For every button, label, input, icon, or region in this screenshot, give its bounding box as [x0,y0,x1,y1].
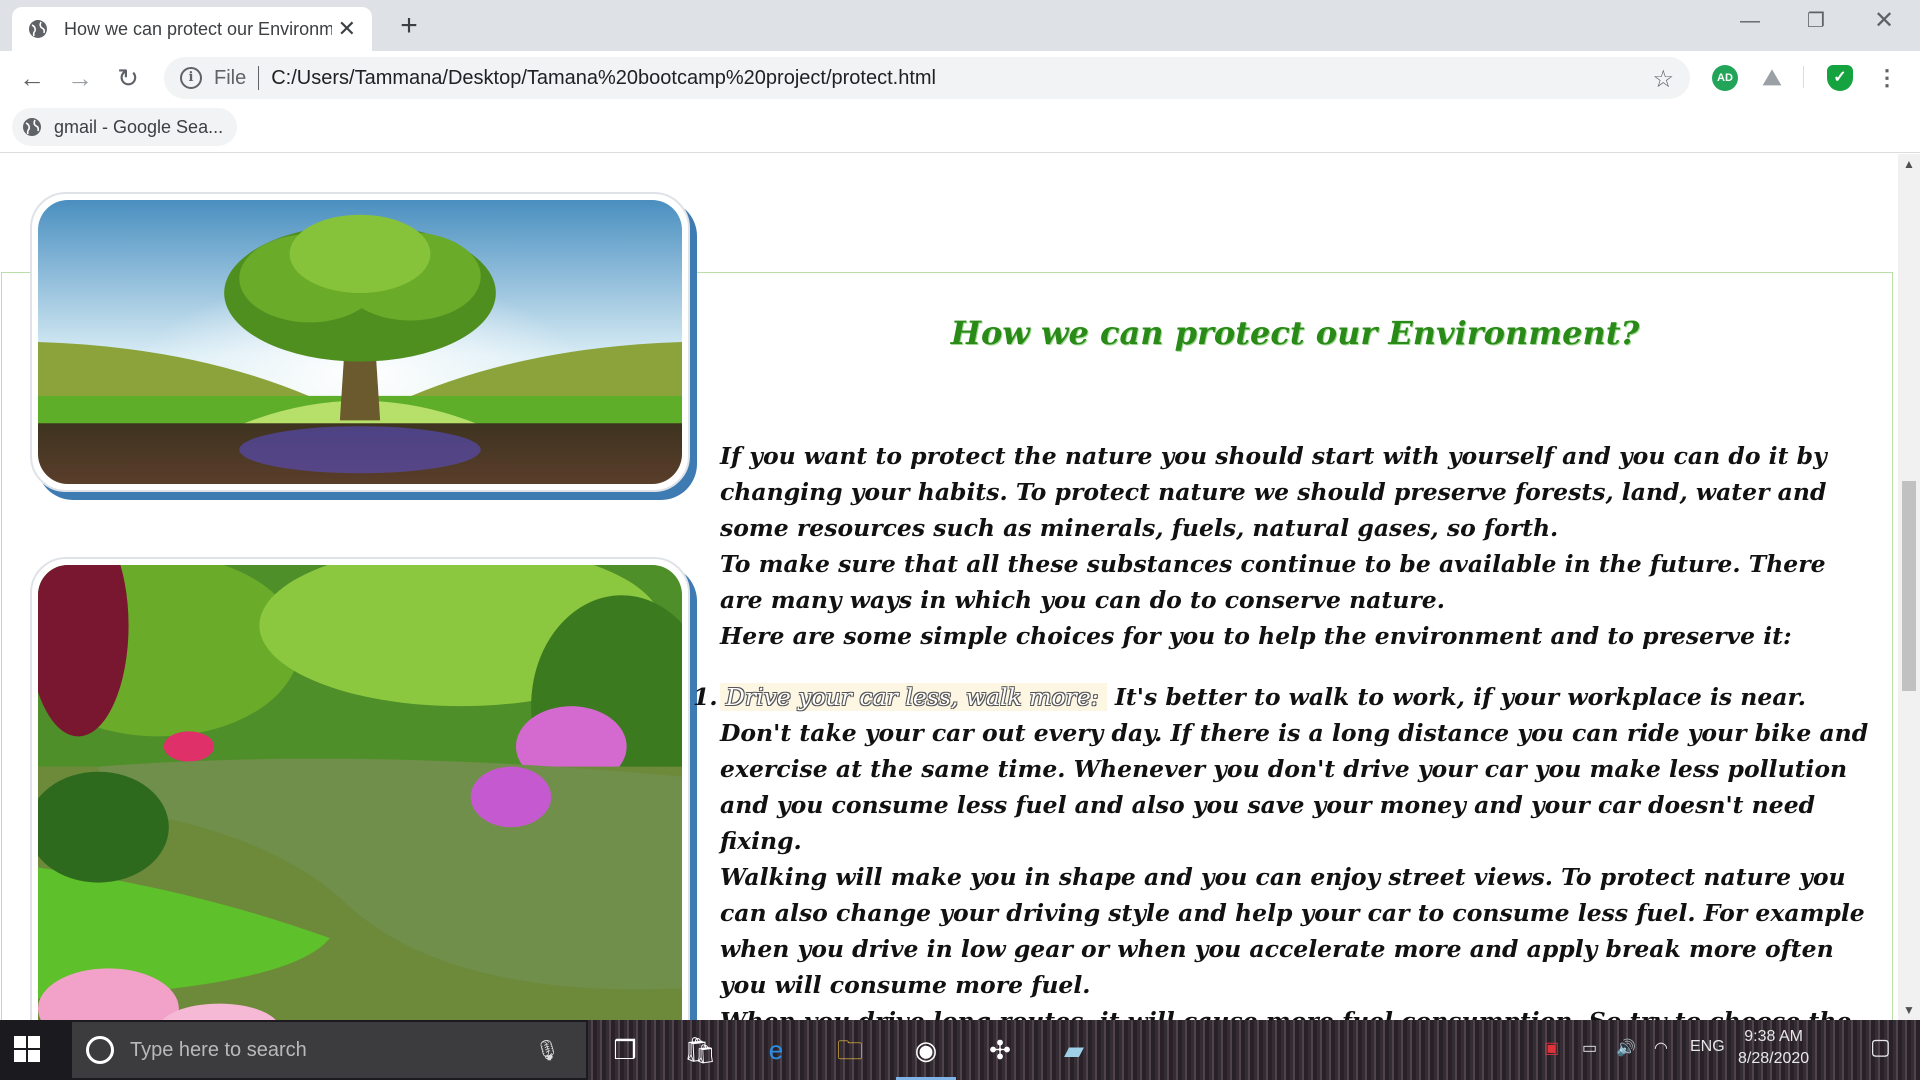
browser-tab[interactable]: How we can protect our Environm ✕ [12,7,372,51]
back-arrow-icon[interactable]: ← [14,63,50,93]
window-close-icon[interactable]: ✕ [1850,0,1918,42]
scroll-thumb[interactable] [1902,481,1916,691]
star-icon[interactable]: ☆ [1652,65,1674,94]
adblock-extension-icon[interactable]: AD [1712,65,1738,91]
tab-title: How we can protect our Environm [63,18,332,39]
search-placeholder: Type here to search [130,1038,307,1061]
system-clock[interactable]: 9:38 AM 8/28/2020 [1738,1026,1809,1070]
page-viewport: How we can protect our Environment? If y… [0,154,1898,1020]
volume-icon[interactable]: 🔊 [1616,1038,1636,1058]
tab-strip: How we can protect our Environm ✕ + — ❐ … [0,0,1920,51]
garden-image [30,557,690,1020]
intro-paragraph: Here are some simple choices for you to … [720,622,1792,650]
browser-toolbar: ← → ↻ i File C:/Users/Tammana/Desktop/Ta… [0,51,1920,103]
reload-icon[interactable]: ↻ [110,63,146,93]
address-bar[interactable]: i File C:/Users/Tammana/Desktop/Tamana%2… [164,57,1690,99]
clock-date: 8/28/2020 [1738,1050,1810,1067]
language-indicator[interactable]: ENG [1690,1038,1725,1056]
app-icon[interactable]: ▰ [1054,1030,1094,1070]
chrome-icon[interactable]: ◉ [896,1030,956,1080]
globe-icon [28,20,47,38]
info-icon[interactable]: i [180,67,202,89]
notifications-icon[interactable]: ▢ [1870,1034,1891,1060]
highlighted-tip: Drive your car less, walk more: [720,683,1107,711]
drive-extension-icon[interactable]: ⛰ [1759,65,1785,91]
wifi-icon[interactable]: ◠ [1654,1038,1668,1058]
shield-extension-icon[interactable]: ✓ [1827,65,1853,91]
edge-icon[interactable]: e [756,1030,796,1070]
toolbar-divider [1803,66,1804,88]
forward-arrow-icon[interactable]: → [62,63,98,93]
list-item-paragraph: Drive your car less, walk more: It's bet… [720,679,1870,859]
maximize-icon[interactable]: ❐ [1782,0,1850,42]
windows-start-icon[interactable] [14,1036,40,1062]
page-heading: How we can protect our Environment? [950,314,1640,352]
intro-paragraph: To make sure that all these substances c… [720,550,1826,614]
scroll-up-icon[interactable]: ▲ [1898,154,1920,174]
list-item-paragraph: When you drive long routes, it will caus… [720,1003,1870,1020]
intro-paragraph: If you want to protect the nature you sh… [720,442,1827,542]
list-item: 1. Drive your car less, walk more: It's … [693,679,1870,1020]
cortana-icon [86,1036,114,1064]
globe-icon [23,118,41,136]
task-view-icon[interactable]: ❒ [605,1030,645,1070]
garden-illustration [38,565,682,1020]
tips-list: 1. Drive your car less, walk more: It's … [693,679,1870,1020]
list-item-paragraph: Walking will make you in shape and you c… [720,863,1865,999]
menu-icon[interactable]: ⋮ [1874,65,1900,91]
page-scrollbar[interactable]: ▲ ▼ [1898,154,1920,1020]
file-explorer-icon[interactable]: 🗀 [830,1030,870,1070]
article-body: If you want to protect the nature you sh… [693,438,1870,1020]
taskbar-search[interactable]: Type here to search 🎙 [72,1022,586,1078]
list-number: 1. [693,683,718,711]
bookmark-label: gmail - Google Sea... [54,116,224,137]
url-text[interactable]: C:/Users/Tammana/Desktop/Tamana%20bootca… [271,67,936,90]
windows-taskbar: Type here to search 🎙 ❒ 🛍 e 🗀 ◉ ✣ ▰ ▣ ▭ … [0,1020,1920,1080]
clock-time: 9:38 AM [1744,1028,1803,1045]
close-icon[interactable]: ✕ [338,16,356,42]
slack-icon[interactable]: ✣ [980,1030,1020,1070]
tree-illustration [38,200,682,484]
url-scheme: File [214,66,247,89]
new-tab-button[interactable]: + [392,9,426,43]
url-divider [258,66,260,90]
minimize-icon[interactable]: — [1716,0,1784,42]
store-icon[interactable]: 🛍 [680,1030,720,1070]
tree-image [30,192,690,492]
bookmark-gmail[interactable]: gmail - Google Sea... [12,108,238,146]
microphone-icon[interactable]: 🎙 [535,1038,560,1063]
battery-icon[interactable]: ▭ [1582,1038,1597,1058]
bookmarks-bar: gmail - Google Sea... [0,103,1920,153]
antivirus-tray-icon[interactable]: ▣ [1544,1038,1559,1058]
scroll-down-icon[interactable]: ▼ [1898,1000,1920,1020]
